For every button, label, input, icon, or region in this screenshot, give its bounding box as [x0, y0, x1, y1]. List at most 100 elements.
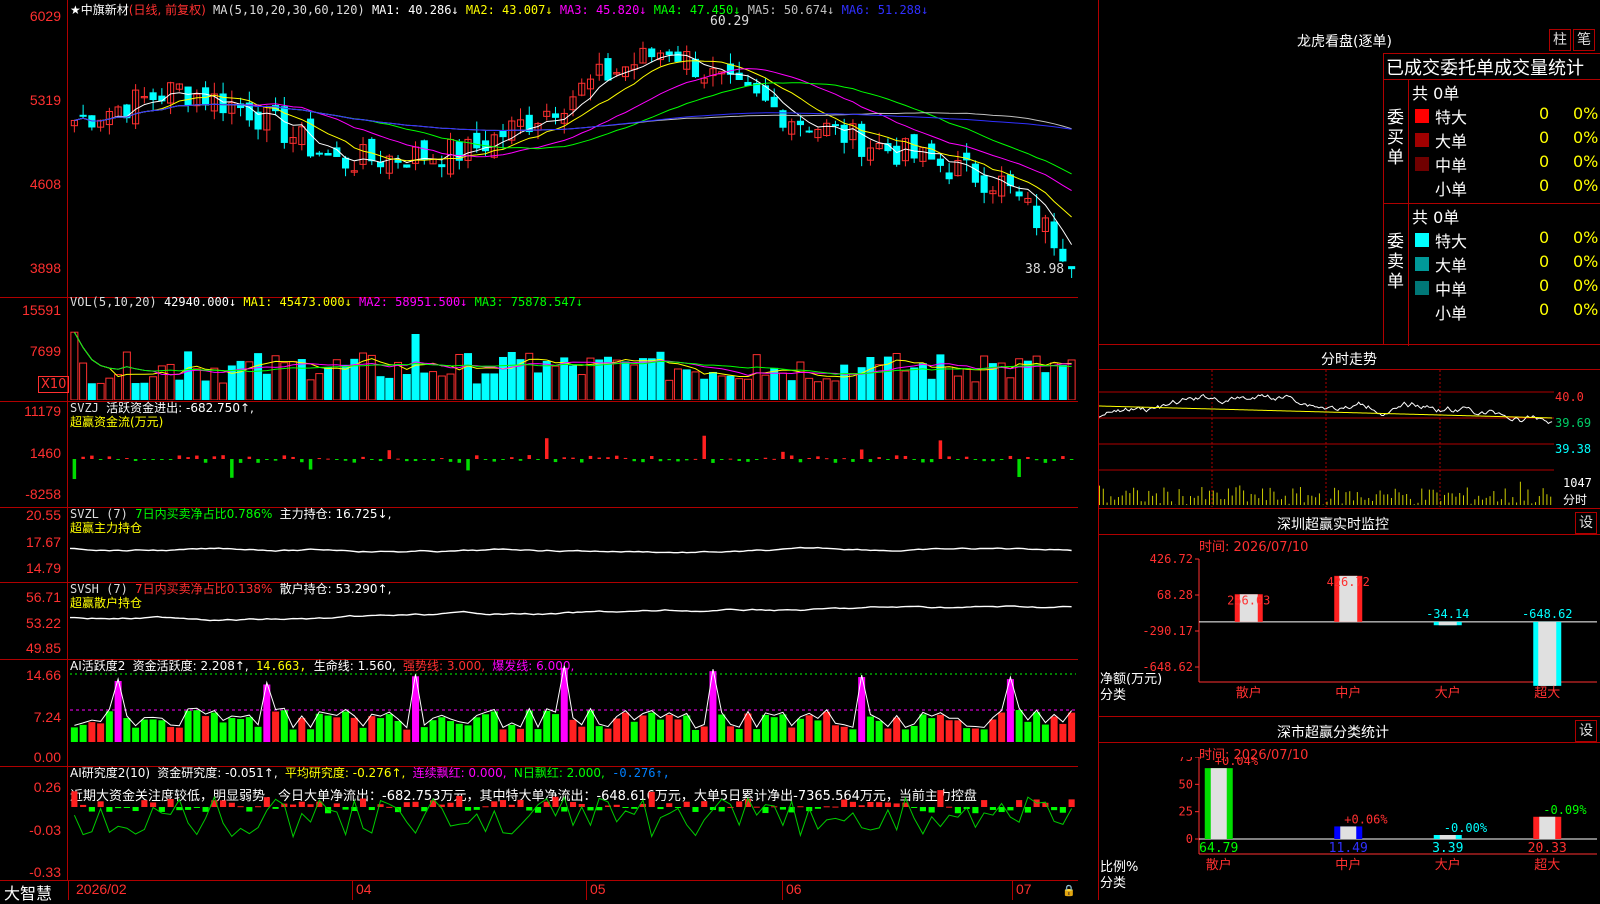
flow-bar	[904, 456, 907, 459]
sell-swatch-1	[1415, 257, 1429, 271]
intraday-chart[interactable]	[1099, 370, 1554, 507]
activity-bar	[823, 712, 830, 742]
activity-bar	[841, 727, 848, 742]
intraday-volume-bar	[1141, 501, 1142, 505]
candle	[325, 154, 331, 156]
sz-class-section[interactable]: 深市超赢分类统计 设 时间: 2026/07/10 7550250+0.04%6…	[1099, 717, 1600, 900]
flow-bar	[886, 459, 889, 460]
flow-bar	[291, 457, 294, 459]
main-holding-line	[70, 548, 1072, 553]
flow-bar	[1009, 456, 1012, 459]
svzj-axis: 11179 1460 -8258	[0, 402, 68, 507]
activity-bar	[989, 719, 996, 742]
sz-monitor-section[interactable]: 深圳超赢实时监控 设 时间: 2026/07/10 426.7268.28-29…	[1099, 509, 1600, 717]
svzl-tick-1: 17.67	[26, 534, 61, 550]
svzj-chart[interactable]	[70, 402, 1076, 506]
research-bar	[614, 805, 620, 807]
volume-bar	[1051, 363, 1058, 400]
flow-bar	[265, 459, 268, 460]
intraday-volume-bar	[1300, 487, 1301, 505]
volume-panel[interactable]: 15591 7699 X10 VOL(5,10,20) 42940.000↓ M…	[0, 298, 1078, 402]
activity-bar	[683, 715, 690, 742]
flow-bar	[939, 440, 942, 459]
candle	[832, 125, 838, 126]
column-view-button[interactable]: 柱	[1549, 29, 1571, 51]
sz-class-chart[interactable]: 7550250+0.04%64.79散户+0.06%11.49中户-0.00%3…	[1099, 757, 1600, 900]
buy-row-count-1: 0	[1539, 128, 1549, 147]
research-bar	[754, 807, 760, 808]
svzl-chart[interactable]	[70, 508, 1076, 581]
ai-research-panel[interactable]: 0.26 -0.03 -0.33 AI研究度2(10) 资金研究度: -0.05…	[0, 767, 1078, 881]
research-bar	[727, 807, 733, 808]
volume-bar	[123, 352, 130, 400]
flow-bar	[895, 455, 898, 459]
research-bar	[841, 800, 847, 807]
volume-bar	[298, 360, 305, 400]
activity-bar	[185, 711, 192, 742]
svzj-panel[interactable]: 11179 1460 -8258 SVZJ 活跃资金进出: -682.750↑,…	[0, 402, 1078, 508]
sell-swatch-3	[1415, 305, 1429, 319]
intraday-price-1: 39.69	[1555, 416, 1591, 430]
flow-bar	[720, 459, 723, 460]
activity-bar	[622, 713, 629, 742]
intraday-section[interactable]: 分时走势 40.0 39.69 39.38 1047 分时	[1099, 345, 1600, 509]
left-chart[interactable]: 6029 5319 4608 3898 ★中旗新材(日线, 前复权) MA(5,…	[0, 0, 1078, 900]
flow-bar	[764, 458, 767, 459]
intraday-volume-bar	[1353, 500, 1354, 505]
candle	[981, 176, 987, 192]
lock-icon[interactable]: 🔒	[1062, 884, 1076, 897]
research-bar	[561, 807, 567, 812]
svsh-chart[interactable]	[70, 583, 1076, 658]
volume-bar	[876, 365, 883, 400]
volume-bar	[543, 361, 550, 400]
sz-monitor-chart[interactable]: 426.7268.28-290.17-648.62256.03散户426.72中…	[1099, 549, 1600, 715]
activity-bar	[963, 728, 970, 742]
research-bar	[780, 807, 786, 810]
candlestick-chart[interactable]	[70, 0, 1076, 296]
dragon-tiger-title: 龙虎看盘(逐单)	[1297, 31, 1392, 51]
research-bar	[894, 803, 900, 807]
ma-line	[74, 55, 1071, 245]
activity-bar	[106, 711, 113, 742]
ai-activity-chart[interactable]	[70, 660, 1076, 765]
intraday-volume-bar	[1338, 490, 1339, 505]
buy-row-pct-0: 0%	[1573, 104, 1598, 123]
activity-bar	[1033, 712, 1040, 742]
svzl-panel[interactable]: 20.55 17.67 14.79 SVZL (7) 7日内买卖净占比0.786…	[0, 508, 1078, 583]
candle	[439, 165, 445, 167]
price-tick-2: 4608	[30, 176, 61, 192]
activity-bar	[377, 718, 384, 742]
research-bar	[1025, 807, 1031, 813]
svsh-panel[interactable]: 56.71 53.22 49.85 SVSH (7) 7日内买卖净占比0.138…	[0, 583, 1078, 660]
sz-class-settings-button[interactable]: 设	[1575, 720, 1597, 742]
activity-bar	[255, 727, 262, 742]
intraday-volume-bar	[1137, 490, 1138, 505]
sz-mon-bar-highlight	[1538, 622, 1556, 686]
candle	[649, 49, 655, 57]
volume-bar	[841, 365, 848, 400]
intraday-volume-bar	[1224, 499, 1225, 505]
ai-research-chart[interactable]	[70, 767, 1076, 879]
flow-bar	[606, 457, 609, 459]
date-axis-bar[interactable]: 大智慧 2026/02 04 05 06 07 🔒	[0, 881, 1078, 900]
research-bar	[622, 807, 628, 808]
brush-view-button[interactable]: 笔	[1573, 29, 1595, 51]
sz-mon-tick-label: 426.72	[1150, 552, 1193, 566]
activity-bar	[141, 720, 148, 742]
sz-monitor-settings-button[interactable]: 设	[1575, 512, 1597, 534]
intraday-volume-bar	[1334, 488, 1335, 505]
intraday-volume-bar	[1277, 500, 1278, 505]
research-bar	[474, 807, 480, 810]
flow-bar	[676, 459, 679, 461]
volume-chart[interactable]	[70, 298, 1076, 400]
flow-bar	[519, 459, 522, 461]
volume-bar	[473, 384, 480, 400]
research-bar	[308, 804, 314, 807]
ai-activity-panel[interactable]: 14.66 7.24 0.00 AI活跃度2 资金活跃度: 2.208↑, 14…	[0, 660, 1078, 767]
intraday-volume-bar	[1380, 490, 1381, 505]
volume-bar	[814, 382, 821, 400]
price-panel[interactable]: 6029 5319 4608 3898 ★中旗新材(日线, 前复权) MA(5,…	[0, 0, 1078, 298]
intraday-volume-bar	[1383, 495, 1384, 505]
buy-swatch-3	[1415, 181, 1429, 195]
sz-cls-bar-highlight	[1211, 768, 1227, 839]
